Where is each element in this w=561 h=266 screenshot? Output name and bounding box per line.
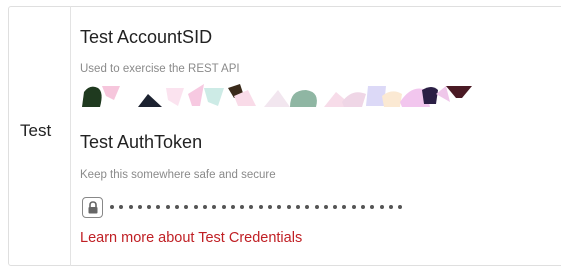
mask-dot xyxy=(258,205,263,209)
mask-dot xyxy=(193,205,198,209)
mask-dot xyxy=(147,205,152,209)
account-sid-value-obscured xyxy=(80,82,475,107)
account-sid-heading: Test AccountSID xyxy=(80,27,213,47)
mask-dot xyxy=(156,205,161,209)
mask-dot xyxy=(277,205,282,209)
mask-dot xyxy=(175,205,180,209)
mask-dot xyxy=(184,205,189,209)
mask-dot xyxy=(221,205,226,209)
mask-dot xyxy=(333,205,338,209)
lock-icon xyxy=(88,201,97,214)
mask-dot xyxy=(286,205,291,209)
mask-dot xyxy=(295,205,300,209)
mask-dot xyxy=(128,205,133,209)
account-sid-help-text: Used to exercise the REST API xyxy=(80,63,240,75)
mask-dot xyxy=(137,205,142,209)
auth-token-heading: Test AuthToken xyxy=(80,132,203,152)
obscured-sid-blobs xyxy=(82,84,472,107)
mask-dot xyxy=(314,205,319,209)
unlock-token-button[interactable] xyxy=(82,197,103,218)
mask-dot xyxy=(110,205,114,209)
mask-dot xyxy=(398,205,403,209)
mask-dot xyxy=(268,205,273,209)
mask-dot xyxy=(379,205,384,209)
row-label: Test xyxy=(20,121,52,140)
mask-dot xyxy=(119,205,124,209)
mask-dot xyxy=(305,205,310,209)
auth-token-help-text: Keep this somewhere safe and secure xyxy=(80,169,276,181)
mask-dot xyxy=(202,205,207,209)
learn-more-test-credentials-link[interactable]: Learn more about Test Credentials xyxy=(80,230,302,246)
mask-dot xyxy=(240,205,245,209)
mask-dot xyxy=(249,205,254,209)
mask-dot xyxy=(323,205,328,209)
auth-token-masked-value xyxy=(110,200,403,214)
mask-dot xyxy=(351,205,356,209)
mask-dot xyxy=(370,205,375,209)
mask-dot xyxy=(230,205,235,209)
mask-dot xyxy=(388,205,393,209)
mask-dot xyxy=(361,205,366,209)
mask-dot xyxy=(342,205,347,209)
mask-dot xyxy=(165,205,170,209)
mask-dot xyxy=(212,205,217,209)
column-divider xyxy=(70,6,71,266)
